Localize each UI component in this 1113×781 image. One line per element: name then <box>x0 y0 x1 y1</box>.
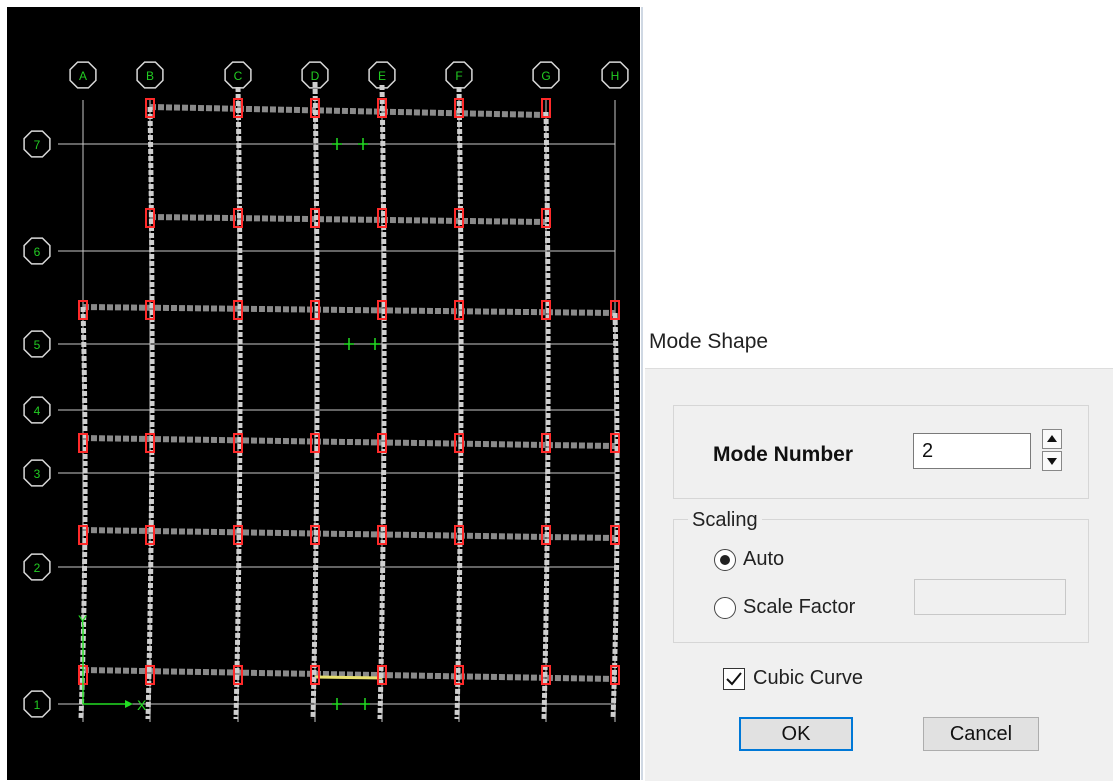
mode-shape-dialog: Mode Number 2 Scaling Auto Scale Factor … <box>645 368 1113 781</box>
column-label: E <box>378 69 386 83</box>
y-axis-label: Y <box>78 612 88 628</box>
row-label: 6 <box>34 245 41 259</box>
model-viewport[interactable]: A B C D E F G H 7 6 5 4 3 2 1 X Y <box>7 7 640 780</box>
arrow-down-icon <box>1047 458 1057 465</box>
scale-factor-radio[interactable] <box>714 597 736 619</box>
cubic-curve-label[interactable]: Cubic Curve <box>753 667 863 690</box>
mode-number-down-button[interactable] <box>1042 451 1062 471</box>
column-label: G <box>541 69 550 83</box>
mode-number-up-button[interactable] <box>1042 429 1062 449</box>
row-label: 5 <box>34 338 41 352</box>
checkmark-icon <box>726 672 742 686</box>
scaling-legend: Scaling <box>688 509 762 532</box>
beam-member <box>82 304 616 316</box>
highlighted-beam <box>314 675 383 680</box>
cancel-button[interactable]: Cancel <box>923 717 1039 751</box>
auto-radio[interactable] <box>714 549 736 571</box>
column-label: B <box>146 69 154 83</box>
mode-shape-plot: A B C D E F G H 7 6 5 4 3 2 1 X Y <box>23 61 629 722</box>
beam-member <box>82 435 616 449</box>
row-label: 7 <box>34 138 41 152</box>
row-label: 2 <box>34 561 41 575</box>
mode-number-input[interactable]: 2 <box>913 433 1031 469</box>
dialog-title: Mode Shape <box>649 330 769 353</box>
arrow-up-icon <box>1047 435 1057 442</box>
column-label: A <box>79 69 87 83</box>
pane-divider <box>641 7 643 780</box>
row-label: 4 <box>34 404 41 418</box>
column-label: D <box>311 69 320 83</box>
scale-factor-input[interactable] <box>914 579 1066 615</box>
x-axis-label: X <box>137 697 147 713</box>
radio-selected-dot <box>720 555 730 565</box>
cubic-curve-checkbox[interactable] <box>723 668 745 690</box>
beam-member <box>149 214 547 225</box>
column-member <box>310 81 320 720</box>
row-label: 1 <box>34 698 41 712</box>
auto-label[interactable]: Auto <box>743 548 784 571</box>
column-label: C <box>234 69 243 83</box>
column-label: F <box>455 69 462 83</box>
column-member <box>541 111 551 720</box>
mode-number-label: Mode Number <box>713 443 854 466</box>
column-label: H <box>611 69 620 83</box>
x-axis-arrowhead <box>125 700 133 708</box>
column-member <box>610 312 620 720</box>
beam-member <box>149 104 547 118</box>
beam-member <box>82 527 616 541</box>
scale-factor-label[interactable]: Scale Factor <box>743 596 855 619</box>
row-label: 3 <box>34 467 41 481</box>
ok-button[interactable]: OK <box>739 717 853 751</box>
